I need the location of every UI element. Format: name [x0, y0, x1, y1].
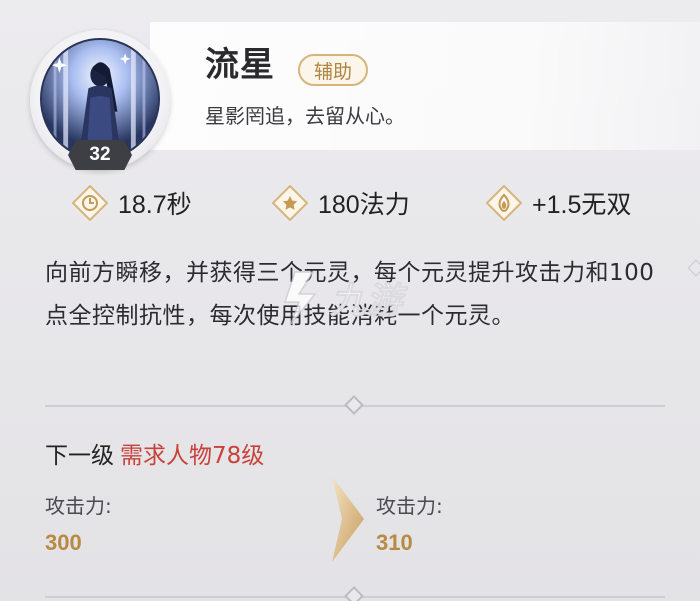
- star-icon: [272, 185, 308, 221]
- header-band: [150, 22, 700, 150]
- mana-value: 180法力: [318, 191, 410, 219]
- skill-type-tag: 辅助: [298, 54, 369, 86]
- watermark-text: 九游: [329, 281, 403, 323]
- edge-ornament: [687, 259, 700, 277]
- bottom-divider-ornament: [344, 586, 364, 601]
- current-attack-label: 攻击力:: [45, 494, 112, 518]
- divider-ornament: [344, 395, 364, 415]
- level-requirement: 需求人物78级: [120, 443, 265, 469]
- next-attack-value: 310: [376, 530, 413, 555]
- skill-name: 流星: [205, 45, 275, 85]
- musou-stat: +1.5无双: [486, 180, 631, 226]
- next-level-line: 下一级 需求人物78级: [45, 436, 264, 470]
- next-level-label: 下一级: [45, 443, 114, 469]
- next-attack-label: 攻击力:: [376, 494, 443, 518]
- skill-portrait[interactable]: 32: [30, 30, 170, 170]
- clock-icon: [72, 185, 108, 221]
- skill-subtitle: 星影罔追，去留从心。: [205, 104, 405, 128]
- skill-stats: 18.7秒 180法力 +1.5无双: [0, 180, 700, 226]
- current-attack-value: 300: [45, 530, 82, 555]
- cooldown-stat: 18.7秒: [72, 180, 192, 226]
- level-badge: 32: [68, 140, 132, 170]
- cooldown-value: 18.7秒: [118, 191, 192, 219]
- flame-icon: [486, 185, 522, 221]
- musou-value: +1.5无双: [532, 191, 632, 219]
- chevron-right-icon: [332, 476, 364, 562]
- mana-stat: 180法力: [272, 180, 410, 226]
